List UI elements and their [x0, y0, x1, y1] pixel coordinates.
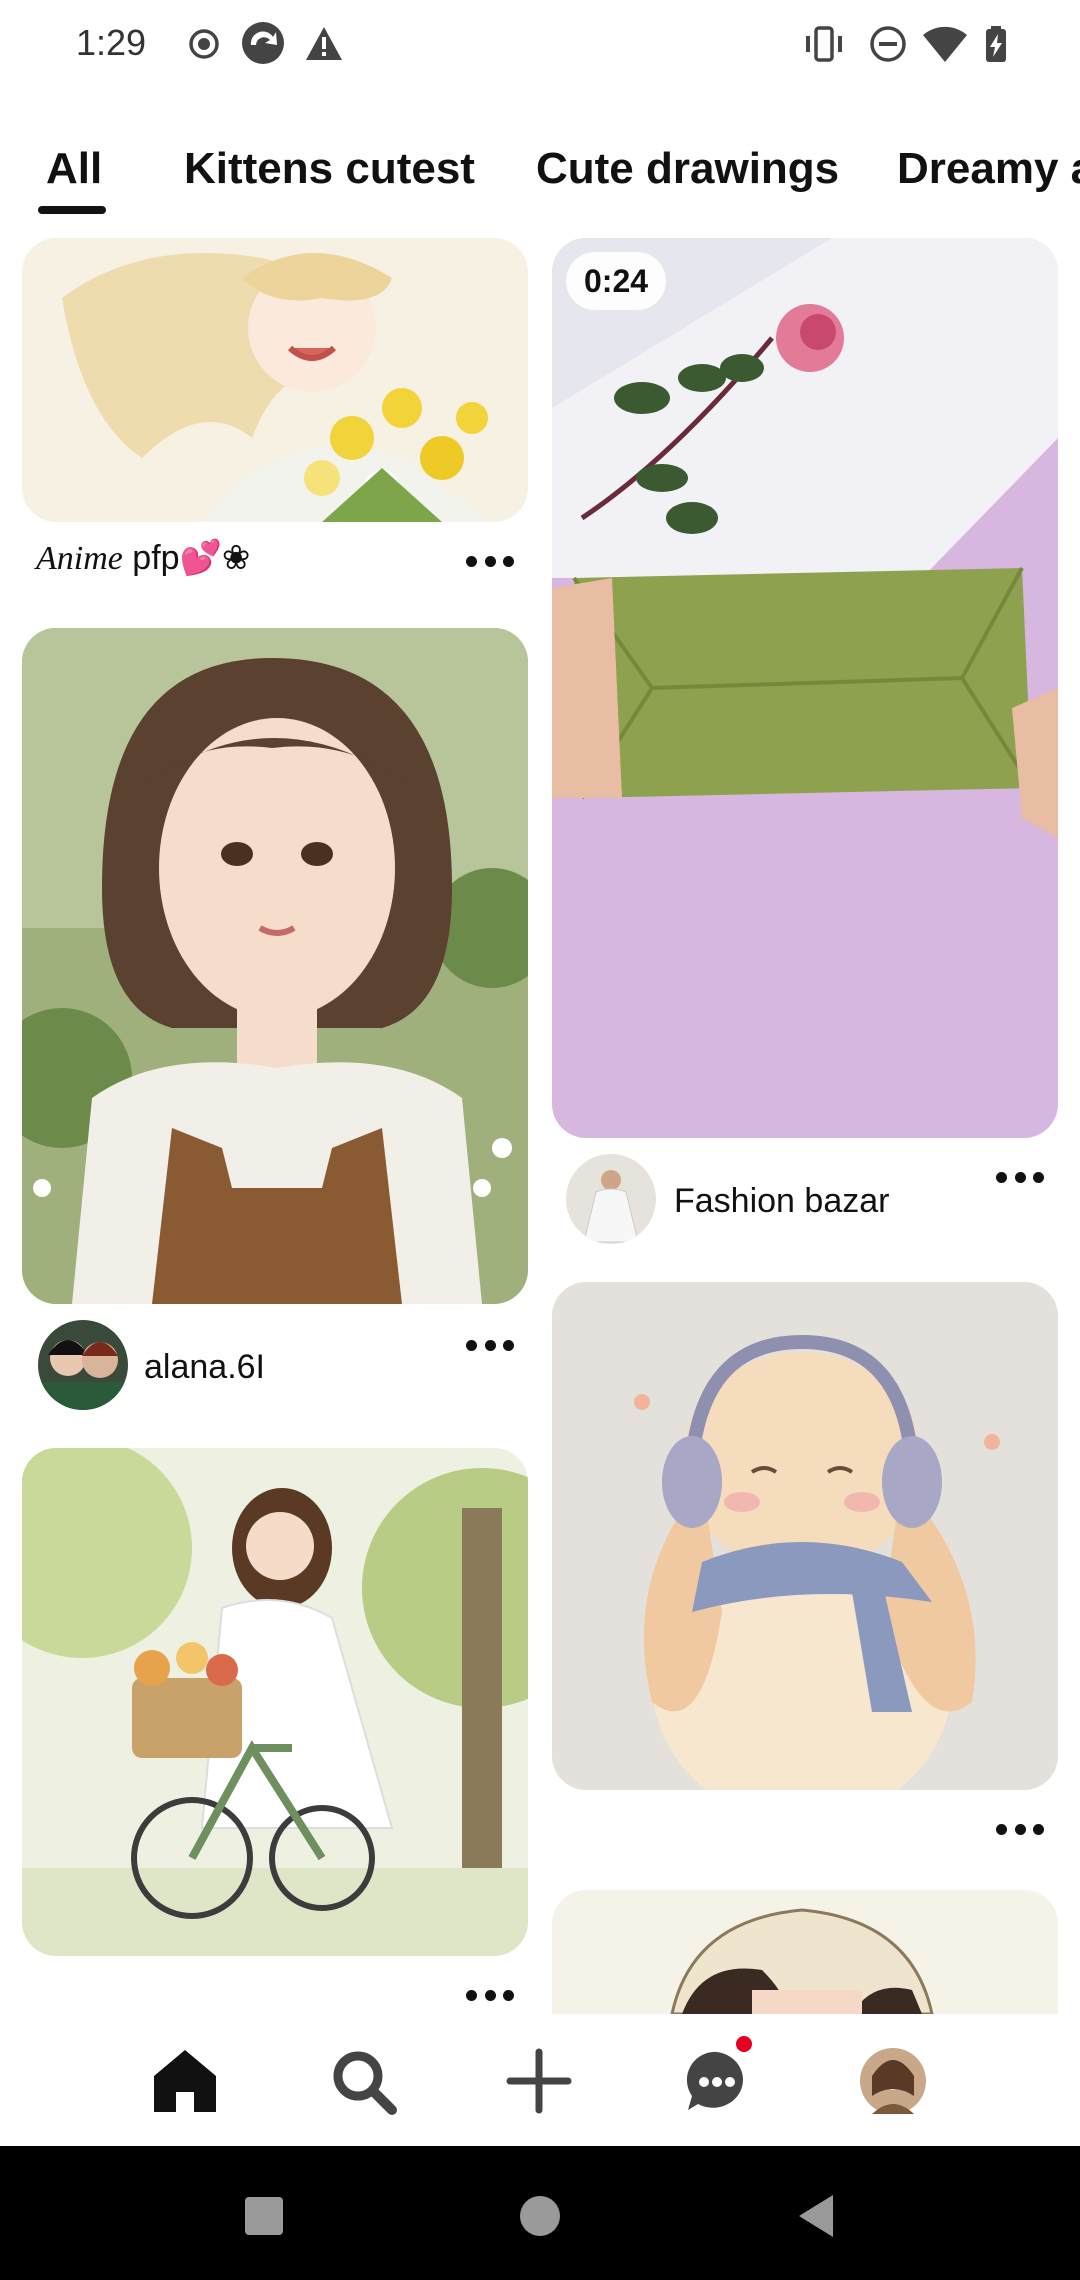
pin-caption: Anime pfp💕❀: [36, 539, 251, 577]
author-name[interactable]: alana.6I: [144, 1348, 265, 1387]
notification-dot: [736, 2036, 752, 2052]
tab-kittens-cutest[interactable]: Kittens cutest: [184, 144, 475, 194]
vibrate-icon: [806, 26, 842, 62]
tab-cute-drawings[interactable]: Cute drawings: [536, 144, 839, 194]
recents-button[interactable]: [224, 2176, 304, 2256]
pin-image-anime-tulips[interactable]: [22, 238, 528, 522]
pin-image-girl-hat[interactable]: [552, 1890, 1058, 2014]
create-icon[interactable]: [494, 2036, 584, 2126]
warning-icon: [306, 27, 342, 60]
pin-image-bunny-headphones[interactable]: [552, 1282, 1058, 1790]
video-duration-badge: 0:24: [566, 252, 667, 310]
system-navigation-bar: [0, 2146, 1080, 2280]
more-options-button[interactable]: [460, 1980, 520, 2010]
tab-dreamy[interactable]: Dreamy a: [897, 144, 1080, 194]
battery-charging-icon: [986, 26, 1006, 62]
tab-all[interactable]: All: [46, 144, 102, 194]
back-button[interactable]: [776, 2176, 856, 2256]
avatar[interactable]: [38, 1320, 128, 1410]
author-name[interactable]: Fashion bazar: [674, 1182, 889, 1221]
more-options-button[interactable]: [460, 1330, 520, 1360]
pin-image-girl-bob[interactable]: [22, 628, 528, 1304]
board-tabs: All Kittens cutest Cute drawings Dreamy …: [0, 130, 1080, 220]
wifi-icon: [923, 26, 967, 62]
more-options-button[interactable]: [990, 1814, 1050, 1844]
do-not-disturb-icon: [870, 26, 906, 62]
profile-avatar[interactable]: [848, 2036, 938, 2126]
pin-video-envelope[interactable]: [552, 238, 1058, 1138]
sync-app-icon: [242, 22, 284, 64]
home-button[interactable]: [500, 2176, 580, 2256]
more-options-button[interactable]: [990, 1162, 1050, 1192]
status-bar: 1:29: [0, 0, 1080, 90]
home-icon[interactable]: [140, 2036, 230, 2126]
bottom-navigation: [0, 2014, 1080, 2146]
more-options-button[interactable]: [460, 546, 520, 576]
status-time: 1:29: [76, 22, 147, 63]
record-icon: [189, 29, 219, 59]
search-icon[interactable]: [318, 2036, 408, 2126]
avatar[interactable]: [566, 1154, 656, 1244]
tab-selected-indicator: [38, 206, 106, 214]
pin-image-bicycle-girl[interactable]: [22, 1448, 528, 1956]
